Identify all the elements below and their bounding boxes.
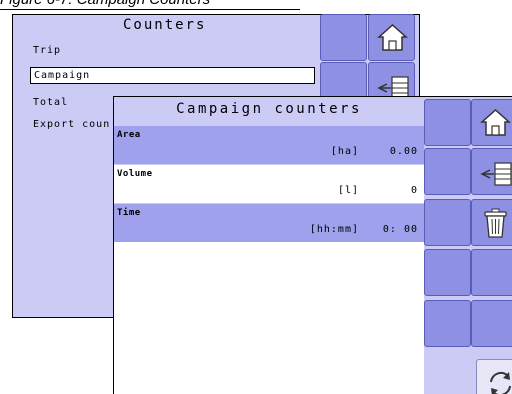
trash-icon [484, 208, 507, 238]
campaign-counters-window: Campaign counters Area [ha] 0.00 Volume … [113, 96, 512, 394]
blank-button[interactable] [424, 148, 471, 195]
blank-button[interactable] [471, 300, 512, 347]
delete-button[interactable] [471, 199, 512, 246]
blank-button[interactable] [424, 99, 471, 146]
counter-value: 0.00 [389, 146, 418, 157]
menu-item-trip[interactable]: Trip [33, 45, 61, 56]
blank-button[interactable] [424, 300, 471, 347]
refresh-button[interactable] [476, 359, 512, 394]
counters-empty-area [114, 242, 424, 394]
refresh-icon [490, 371, 511, 394]
home-icon [377, 23, 408, 51]
counter-label: Area [117, 130, 141, 140]
blank-button[interactable] [424, 199, 471, 246]
counter-row-volume: Volume [l] 0 [114, 165, 424, 203]
counter-unit: [ha] [330, 146, 359, 157]
menu-item-total[interactable]: Total [33, 97, 68, 108]
blank-button[interactable] [471, 249, 512, 296]
counter-value: 0: 00 [382, 224, 418, 235]
counter-label: Time [117, 208, 141, 218]
back-home-button[interactable] [368, 14, 415, 61]
back-button[interactable] [471, 148, 512, 195]
figure-caption: Figure 6-7: Campaign Counters [0, 0, 210, 8]
counter-row-area: Area [ha] 0.00 [114, 126, 424, 164]
counter-unit: [hh:mm] [309, 224, 359, 235]
caption-divider [0, 9, 300, 10]
home-icon [480, 108, 511, 136]
menu-item-export-counters[interactable]: Export coun [33, 119, 110, 130]
home-button[interactable] [471, 99, 512, 146]
blank-button[interactable] [424, 249, 471, 296]
menu-item-campaign[interactable]: Campaign [30, 67, 315, 84]
campaign-counters-title: Campaign counters [176, 101, 362, 117]
back-blank-button[interactable] [320, 14, 367, 61]
back-arrow-list-icon [480, 162, 512, 186]
counter-row-time: Time [hh:mm] 0: 00 [114, 204, 424, 242]
counter-value: 0 [410, 185, 418, 196]
counter-unit: [l] [337, 185, 359, 196]
counters-menu-title: Counters [123, 17, 207, 33]
counter-label: Volume [117, 169, 153, 179]
